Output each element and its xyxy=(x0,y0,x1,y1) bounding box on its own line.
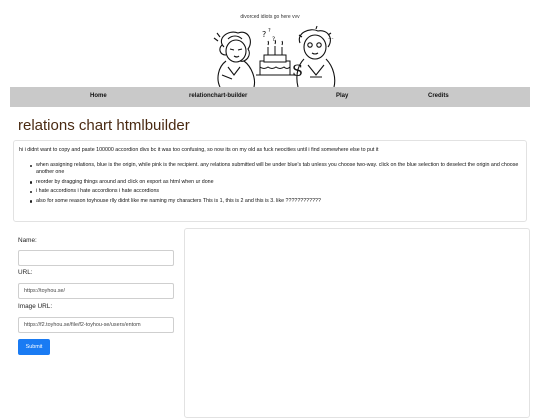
instructions-intro: hi i didnt want to copy and paste 100000… xyxy=(19,147,379,153)
instruction-item: also for some reason toyhouse rlly didnt… xyxy=(30,198,524,205)
nav-item-play[interactable]: Play xyxy=(336,93,348,99)
chart-preview-area[interactable] xyxy=(184,228,530,418)
nav-item-relationchart-builder[interactable]: relationchart-builder xyxy=(189,93,247,99)
submit-button[interactable]: Submit xyxy=(18,339,50,355)
nav-item-credits[interactable]: Credits xyxy=(428,93,449,99)
instructions-panel: hi i didnt want to copy and paste 100000… xyxy=(13,140,527,222)
main-navigation: Home relationchart-builder Play Credits xyxy=(10,87,530,107)
svg-text:?: ? xyxy=(268,28,271,34)
question-marks: ? ? ? xyxy=(262,28,275,43)
name-input[interactable] xyxy=(18,250,174,266)
cake: S xyxy=(256,39,303,80)
url-label: URL: xyxy=(18,269,33,276)
image-url-label: Image URL: xyxy=(18,303,53,310)
banner-illustration: S ? ? ? ... xyxy=(213,25,336,87)
name-label: Name: xyxy=(18,237,37,244)
svg-text:?: ? xyxy=(262,30,266,39)
instruction-item: when assigning relations, blue is the or… xyxy=(30,162,524,177)
instruction-item: reorder by dragging things around and cl… xyxy=(30,179,524,186)
site-tagline: divorced idiots go here vvv xyxy=(240,14,300,20)
left-character xyxy=(213,31,256,87)
page-title: relations chart htmlbuilder xyxy=(18,117,190,134)
instruction-item: i hate accordions i hate accordions i ha… xyxy=(30,188,524,195)
url-input[interactable] xyxy=(18,283,174,299)
svg-text:...: ... xyxy=(328,34,334,41)
svg-text:?: ? xyxy=(272,36,275,43)
nav-item-home[interactable]: Home xyxy=(90,93,107,99)
image-url-input[interactable] xyxy=(18,317,174,333)
instructions-list: when assigning relations, blue is the or… xyxy=(30,162,524,207)
